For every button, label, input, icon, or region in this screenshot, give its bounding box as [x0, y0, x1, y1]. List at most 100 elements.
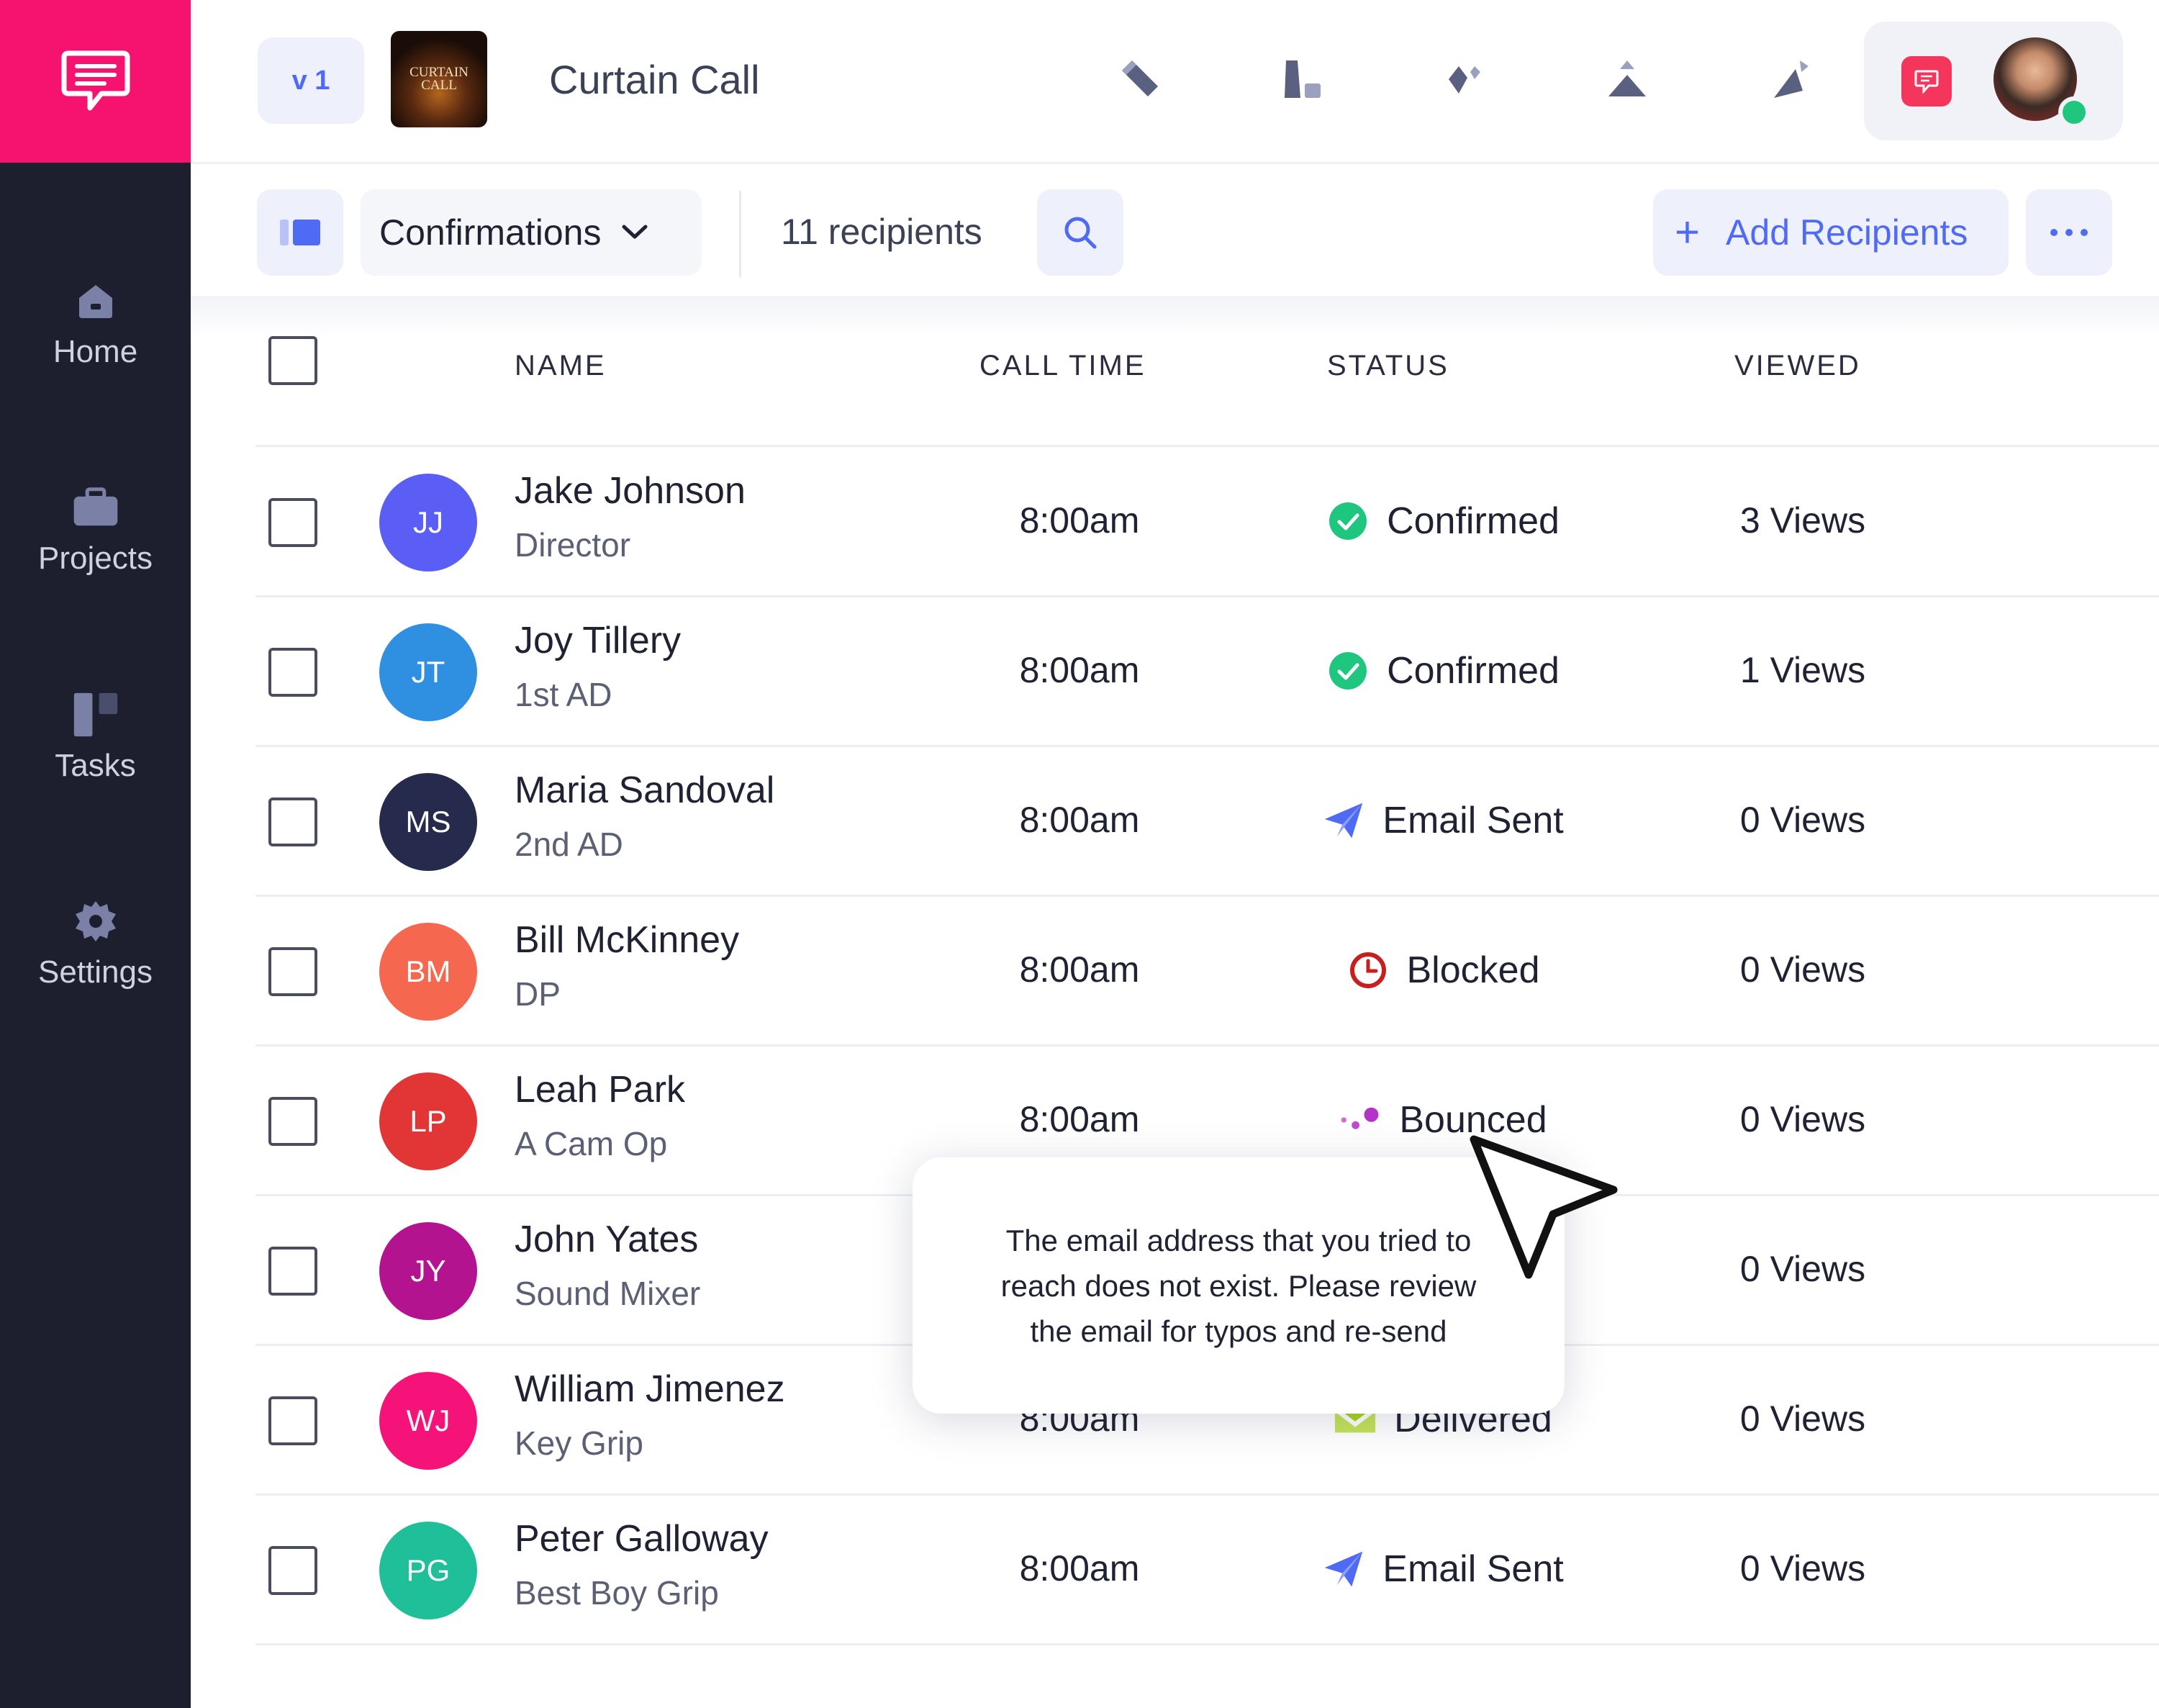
sidebar-item-projects[interactable]: Projects	[0, 466, 191, 595]
app-logo[interactable]	[0, 0, 191, 163]
table-row[interactable]: JJ Jake Johnson Director 8:00am Confirme…	[255, 448, 2159, 597]
project-poster[interactable]: CURTAIN CALL	[391, 31, 487, 127]
status-label: Blocked	[1406, 949, 1540, 991]
panel-toggle-icon	[280, 220, 320, 245]
avatar[interactable]: JJ	[379, 474, 477, 571]
view-select[interactable]: Confirmations	[361, 189, 702, 276]
view-count: 0 Views	[1739, 949, 1866, 990]
tooltip-line: the email for typos and re-send	[1030, 1314, 1447, 1348]
recipient-role: Director	[515, 526, 631, 564]
table-row[interactable]: PG Peter Galloway Best Boy Grip 8:00am E…	[255, 1496, 2159, 1645]
tool-stack-icon[interactable]	[1591, 43, 1663, 115]
view-count: 0 Views	[1739, 1548, 1866, 1589]
version-badge[interactable]: v 1	[258, 37, 364, 124]
table-header-shadow	[191, 296, 2159, 339]
view-count: 3 Views	[1739, 500, 1866, 541]
avatar-initials: PG	[406, 1553, 451, 1587]
avatar[interactable]: MS	[379, 773, 477, 871]
view-count: 1 Views	[1739, 650, 1866, 690]
search-button[interactable]	[1037, 189, 1123, 276]
sidebar-item-tasks[interactable]: Tasks	[0, 673, 191, 803]
avatar-initials: LP	[409, 1104, 447, 1138]
avatar-initials: WJ	[406, 1404, 451, 1437]
recipient-role: Key Grip	[515, 1424, 643, 1462]
call-time: 8:00am	[1019, 949, 1140, 990]
call-time: 8:00am	[1019, 800, 1140, 840]
sidebar-item-home[interactable]: Home	[0, 259, 191, 389]
recipient-name[interactable]: Jake Johnson	[515, 469, 746, 512]
recipient-role: DP	[515, 975, 561, 1013]
avatar[interactable]: JY	[379, 1222, 477, 1320]
column-header-status[interactable]: STATUS	[1327, 350, 1449, 382]
view-select-value: Confirmations	[379, 212, 602, 253]
status-badge[interactable]: Email Sent	[1263, 1547, 1623, 1591]
chat-button[interactable]	[1901, 56, 1952, 107]
sidebar: Home Projects Tasks Settings	[0, 0, 191, 1708]
search-icon	[1064, 217, 1097, 249]
row-checkbox[interactable]	[268, 1097, 317, 1146]
user-area	[1864, 22, 2123, 140]
bounced-tooltip: The email address that you tried to reac…	[913, 1157, 1565, 1414]
avatar-initials: JY	[410, 1254, 446, 1288]
add-recipients-button[interactable]: + Add Recipients	[1653, 189, 2009, 276]
status-badge[interactable]: Email Sent	[1263, 799, 1623, 842]
recipient-name[interactable]: Bill McKinney	[515, 918, 739, 962]
online-status-dot	[2058, 96, 2090, 128]
table-row[interactable]: BM Bill McKinney DP 8:00am Blocked 0 Vie…	[255, 897, 2159, 1047]
avatar[interactable]: BM	[379, 923, 477, 1021]
tooltip-line: The email address that you tried to	[1005, 1223, 1472, 1257]
sidebar-toggle-button[interactable]	[257, 189, 343, 276]
tool-shapes-icon[interactable]	[1266, 43, 1338, 115]
column-header-viewed[interactable]: VIEWED	[1734, 350, 1861, 382]
header: v 1 CURTAIN CALL Curtain Call	[191, 0, 2159, 164]
tool-send-icon[interactable]	[1754, 43, 1826, 115]
recipient-name[interactable]: Joy Tillery	[515, 619, 681, 662]
recipient-role: Sound Mixer	[515, 1275, 701, 1312]
row-checkbox[interactable]	[268, 498, 317, 547]
row-checkbox[interactable]	[268, 947, 317, 996]
row-checkbox[interactable]	[268, 797, 317, 846]
recipient-name[interactable]: John Yates	[515, 1218, 698, 1261]
column-header-call-time[interactable]: CALL TIME	[979, 350, 1146, 382]
recipient-name[interactable]: Peter Galloway	[515, 1517, 769, 1560]
view-count: 0 Views	[1739, 1099, 1866, 1139]
recipient-name[interactable]: William Jimenez	[515, 1368, 785, 1411]
check-circle-icon	[1326, 500, 1370, 543]
recipient-role: Best Boy Grip	[515, 1574, 719, 1612]
status-badge[interactable]: Confirmed	[1263, 500, 1623, 543]
column-header-name[interactable]: NAME	[515, 350, 607, 382]
tooltip-line: reach does not exist. Please review	[1000, 1268, 1477, 1303]
select-all-checkbox[interactable]	[268, 336, 317, 385]
row-checkbox[interactable]	[268, 1396, 317, 1445]
row-checkbox[interactable]	[268, 1247, 317, 1296]
header-divider	[255, 445, 2159, 447]
avatar-initials: JT	[411, 655, 445, 689]
status-badge[interactable]: Confirmed	[1263, 649, 1623, 692]
row-checkbox[interactable]	[268, 1546, 317, 1595]
tool-diamond-icon[interactable]	[1429, 43, 1501, 115]
avatar[interactable]: LP	[379, 1072, 477, 1170]
sidebar-item-label: Tasks	[55, 748, 136, 783]
chat-icon	[1914, 70, 1939, 94]
call-time: 8:00am	[1019, 1548, 1140, 1589]
more-dots-icon	[2050, 229, 2088, 236]
table-row[interactable]: JT Joy Tillery 1st AD 8:00am Confirmed 1…	[255, 597, 2159, 747]
plus-icon: +	[1675, 208, 1701, 256]
recipient-role: A Cam Op	[515, 1125, 668, 1162]
avatar[interactable]: WJ	[379, 1372, 477, 1470]
call-time: 8:00am	[1019, 500, 1140, 541]
avatar[interactable]: PG	[379, 1522, 477, 1619]
recipient-name[interactable]: Leah Park	[515, 1068, 685, 1111]
more-options-button[interactable]	[2026, 189, 2112, 276]
call-time: 8:00am	[1019, 650, 1140, 690]
table-row[interactable]: MS Maria Sandoval 2nd AD 8:00am Email Se…	[255, 747, 2159, 897]
status-badge[interactable]: Blocked	[1263, 949, 1623, 992]
tool-pencil-icon[interactable]	[1103, 43, 1175, 115]
row-checkbox[interactable]	[268, 648, 317, 697]
paper-plane-icon	[1322, 799, 1365, 842]
recipient-name[interactable]: Maria Sandoval	[515, 769, 774, 812]
sidebar-item-settings[interactable]: Settings	[0, 880, 191, 1009]
add-recipients-label: Add Recipients	[1726, 212, 1968, 253]
avatar[interactable]: JT	[379, 623, 477, 721]
sidebar-item-label: Settings	[38, 954, 153, 990]
